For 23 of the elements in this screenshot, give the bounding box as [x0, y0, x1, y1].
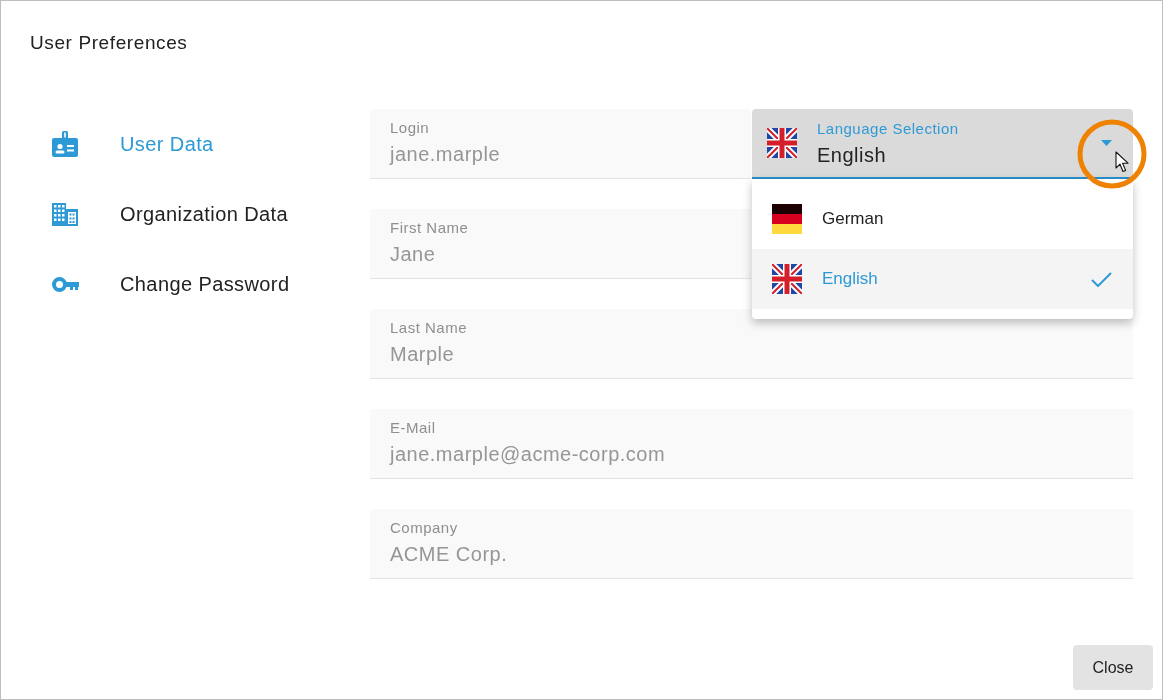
- text-field[interactable]: Company ACME Corp.: [370, 509, 1133, 579]
- sidebar-item[interactable]: Organization Data: [52, 201, 288, 227]
- dropdown-option[interactable]: German: [752, 189, 1133, 249]
- id-badge-icon: [52, 131, 78, 157]
- text-field[interactable]: First Name Jane: [370, 209, 751, 279]
- dropdown-option[interactable]: English: [752, 249, 1133, 309]
- check-icon: [1091, 271, 1112, 287]
- text-field[interactable]: Last Name Marple: [370, 309, 1133, 379]
- close-button[interactable]: Close: [1073, 645, 1153, 690]
- uk-flag-icon: [772, 264, 802, 294]
- text-field[interactable]: Login jane.marple: [370, 109, 751, 179]
- highlight-ring-icon: [1077, 119, 1147, 189]
- sidebar-item[interactable]: Change Password: [52, 271, 290, 297]
- uk-flag-icon: [767, 128, 797, 158]
- caret-icon: [1101, 140, 1112, 146]
- mouse-pointer-icon: [1115, 151, 1130, 173]
- german-flag-icon: [772, 204, 802, 234]
- sidebar-item[interactable]: User Data: [52, 131, 214, 157]
- text-field[interactable]: E-Mail jane.marple@acme-corp.com: [370, 409, 1133, 479]
- dialog-title: User Preferences: [30, 31, 188, 55]
- building-icon: [52, 202, 78, 226]
- key-icon: [52, 276, 79, 292]
- language-select[interactable]: Language Selection English: [752, 109, 1133, 179]
